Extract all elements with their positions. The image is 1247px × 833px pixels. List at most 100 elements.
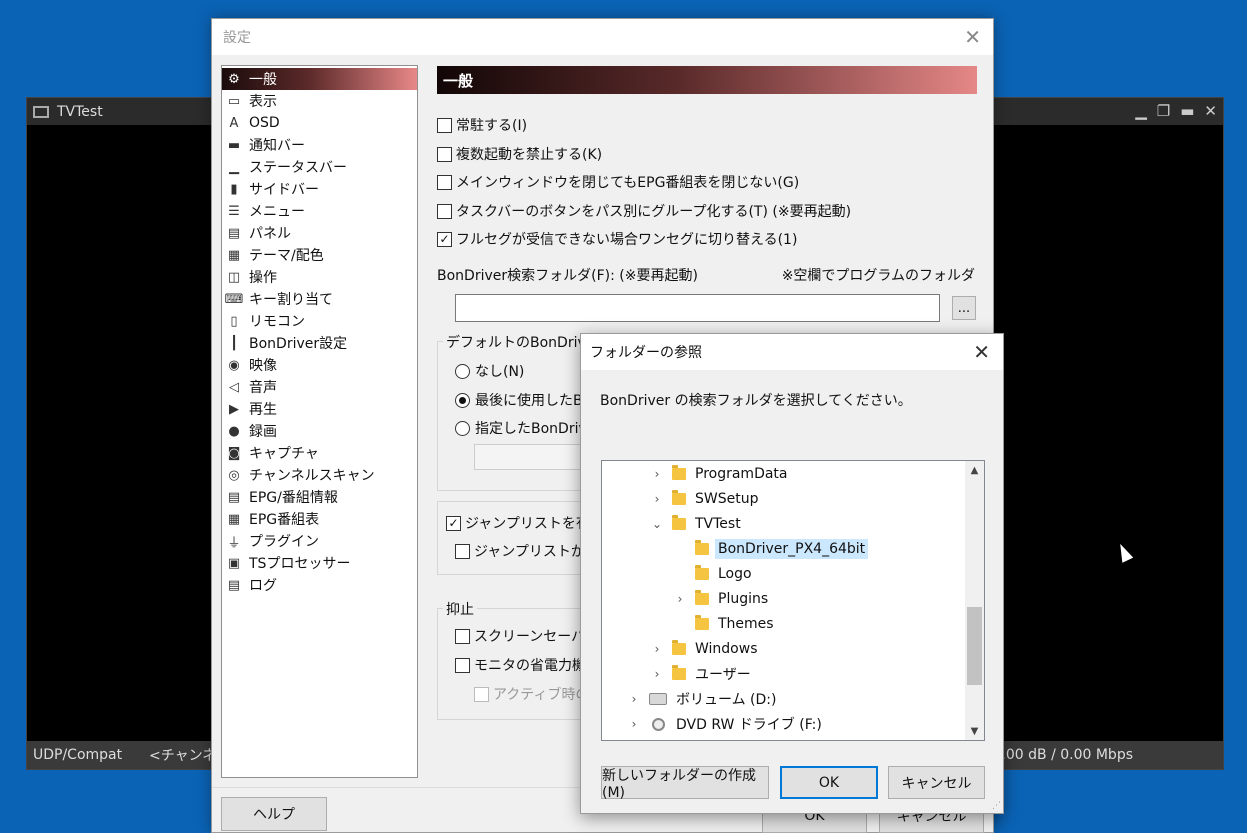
tree-item[interactable]: › Plugins: [673, 587, 771, 611]
category-item[interactable]: ▭ 表示: [222, 90, 417, 112]
checkbox-box[interactable]: [437, 174, 452, 190]
tree-item[interactable]: › Windows: [650, 637, 761, 661]
category-item[interactable]: A OSD: [222, 112, 417, 134]
category-item[interactable]: ◫ 操作: [222, 266, 417, 288]
browse-cancel-button[interactable]: キャンセル: [888, 766, 985, 799]
tree-scrollbar[interactable]: ▲ ▼: [965, 461, 984, 740]
category-item[interactable]: ▁ ステータスバー: [222, 156, 417, 178]
tree-item[interactable]: › SWSetup: [650, 487, 761, 511]
expand-chevron-icon[interactable]: ›: [650, 667, 664, 681]
folder-icon: [695, 540, 709, 555]
category-item[interactable]: ┃ BonDriver設定: [222, 332, 417, 354]
status-stream[interactable]: UDP/Compat: [33, 747, 122, 763]
expand-chevron-icon[interactable]: ›: [650, 492, 664, 506]
play-icon: ▶: [229, 401, 239, 417]
tree-item-label: Windows: [695, 641, 758, 657]
category-item[interactable]: ☰ メニュー: [222, 200, 417, 222]
expand-chevron-icon[interactable]: ›: [650, 467, 664, 481]
tree-item[interactable]: › ボリューム (D:): [627, 687, 779, 711]
monitor-power-checkbox[interactable]: モニタの省電力機: [455, 655, 586, 675]
tvtest-window-controls: ▁ ❐ ▬ ✕: [1135, 102, 1217, 120]
default-bondriver-field[interactable]: [474, 444, 594, 470]
checkbox-box[interactable]: [455, 657, 470, 673]
checkbox-box[interactable]: [455, 628, 470, 644]
expand-chevron-icon[interactable]: ›: [627, 717, 641, 731]
oneseg-switch-label: フルセグが受信できない場合ワンセグに切り替える(1): [456, 232, 798, 248]
category-list: ⚙ 一般 ▭ 表示 A OSD ▬ 通知バー ▁ ステータスバー ▮ サイドバー ☰ メニュー ▤ パネル ▦ テ…: [221, 65, 418, 778]
category-item[interactable]: ◎ チャンネルスキャン: [222, 464, 417, 486]
radio-circle[interactable]: [455, 420, 470, 436]
category-item[interactable]: ▬ 通知バー: [222, 134, 417, 156]
category-item[interactable]: ⚙ 一般: [222, 68, 417, 90]
close-icon[interactable]: ✕: [973, 340, 990, 364]
scroll-up-icon[interactable]: ▲: [965, 461, 984, 479]
section-title: 一般: [437, 66, 977, 94]
checkbox-box[interactable]: [474, 686, 489, 702]
group-taskbar-checkbox[interactable]: タスクバーのボタンをパス別にグループ化する(T) (※要再起動): [437, 201, 851, 221]
resident-checkbox[interactable]: 常駐する(I): [437, 115, 527, 135]
status-signal[interactable]: .00 dB / 0.00 Mbps: [1001, 747, 1133, 763]
category-item[interactable]: ▤ EPG/番組情報: [222, 486, 417, 508]
checkbox-box[interactable]: [437, 146, 452, 162]
tree-item[interactable]: › DVD RW ドライブ (F:): [627, 712, 825, 736]
checkmark-icon[interactable]: ✓: [437, 231, 452, 247]
tree-item[interactable]: › ユーザー: [650, 662, 754, 686]
category-label: 録画: [249, 424, 277, 440]
expand-chevron-icon[interactable]: ›: [673, 592, 687, 606]
tree-item[interactable]: ⌄ TVTest: [650, 512, 744, 536]
category-item[interactable]: ● 録画: [222, 420, 417, 442]
category-item[interactable]: ⌨ キー割り当て: [222, 288, 417, 310]
category-item[interactable]: ▶ 再生: [222, 398, 417, 420]
new-folder-button[interactable]: 新しいフォルダーの作成(M): [601, 766, 769, 801]
oneseg-switch-checkbox[interactable]: ✓ フルセグが受信できない場合ワンセグに切り替える(1): [437, 229, 797, 249]
resize-grip-icon[interactable]: ⋰: [992, 801, 1001, 811]
expand-chevron-icon[interactable]: ›: [627, 692, 641, 706]
category-item[interactable]: ▤ ログ: [222, 574, 417, 596]
radio-last-used[interactable]: 最後に使用したB: [455, 390, 583, 410]
settings-titlebar[interactable]: 設定: [212, 19, 993, 55]
close-icon[interactable]: ✕: [964, 25, 981, 49]
log-icon: ▤: [227, 577, 241, 593]
radio-circle[interactable]: [455, 392, 470, 408]
category-item[interactable]: ◉ 映像: [222, 354, 417, 376]
category-item[interactable]: ⏚ プラグイン: [222, 530, 417, 552]
browse-button[interactable]: ...: [952, 296, 976, 320]
tree-item-label: ProgramData: [695, 466, 788, 482]
checkbox-box[interactable]: [437, 203, 452, 219]
expand-chevron-icon[interactable]: ⌄: [650, 517, 664, 531]
checkbox-box[interactable]: [455, 543, 470, 559]
no-multiple-checkbox[interactable]: 複数起動を禁止する(K): [437, 144, 602, 164]
category-item[interactable]: ▦ テーマ/配色: [222, 244, 417, 266]
category-item[interactable]: ▣ TSプロセッサー: [222, 552, 417, 574]
minimize-icon[interactable]: ▁: [1135, 102, 1147, 120]
category-item[interactable]: ◙ キャプチャ: [222, 442, 417, 464]
category-item[interactable]: ◁ 音声: [222, 376, 417, 398]
expand-chevron-icon[interactable]: ›: [650, 642, 664, 656]
checkmark-icon[interactable]: ✓: [446, 515, 461, 531]
tree-item-label: Plugins: [718, 591, 769, 607]
folder-tree[interactable]: › ProgramData › SWSetup ⌄ TVTest BonDriver_PX4…: [601, 460, 985, 741]
browse-ok-button[interactable]: OK: [780, 766, 878, 799]
category-item[interactable]: ▦ EPG番組表: [222, 508, 417, 530]
help-button[interactable]: ヘルプ: [221, 797, 327, 831]
scroll-down-icon[interactable]: ▼: [965, 722, 984, 740]
restore-icon[interactable]: ❐: [1157, 102, 1170, 120]
checkbox-box[interactable]: [437, 117, 452, 133]
category-item[interactable]: ▯ リモコン: [222, 310, 417, 332]
radio-specified[interactable]: 指定したBonDriv: [455, 418, 587, 438]
close-icon[interactable]: ✕: [1204, 102, 1217, 120]
radio-circle[interactable]: [455, 363, 470, 379]
keep-epg-checkbox[interactable]: メインウィンドウを閉じてもEPG番組表を閉じない(G): [437, 172, 799, 192]
browse-titlebar[interactable]: フォルダーの参照: [581, 334, 1003, 370]
tvtest-title: TVTest: [57, 103, 103, 120]
bon-folder-input[interactable]: [455, 294, 940, 322]
tree-item[interactable]: Logo: [673, 562, 755, 586]
radio-none[interactable]: なし(N): [455, 361, 524, 381]
tree-item[interactable]: › ProgramData: [650, 462, 791, 486]
tree-item[interactable]: Themes: [673, 612, 777, 636]
category-item[interactable]: ▮ サイドバー: [222, 178, 417, 200]
tree-item[interactable]: BonDriver_PX4_64bit: [673, 537, 869, 561]
scroll-thumb[interactable]: [967, 607, 982, 685]
category-item[interactable]: ▤ パネル: [222, 222, 417, 244]
maximize-icon[interactable]: ▬: [1180, 102, 1194, 120]
